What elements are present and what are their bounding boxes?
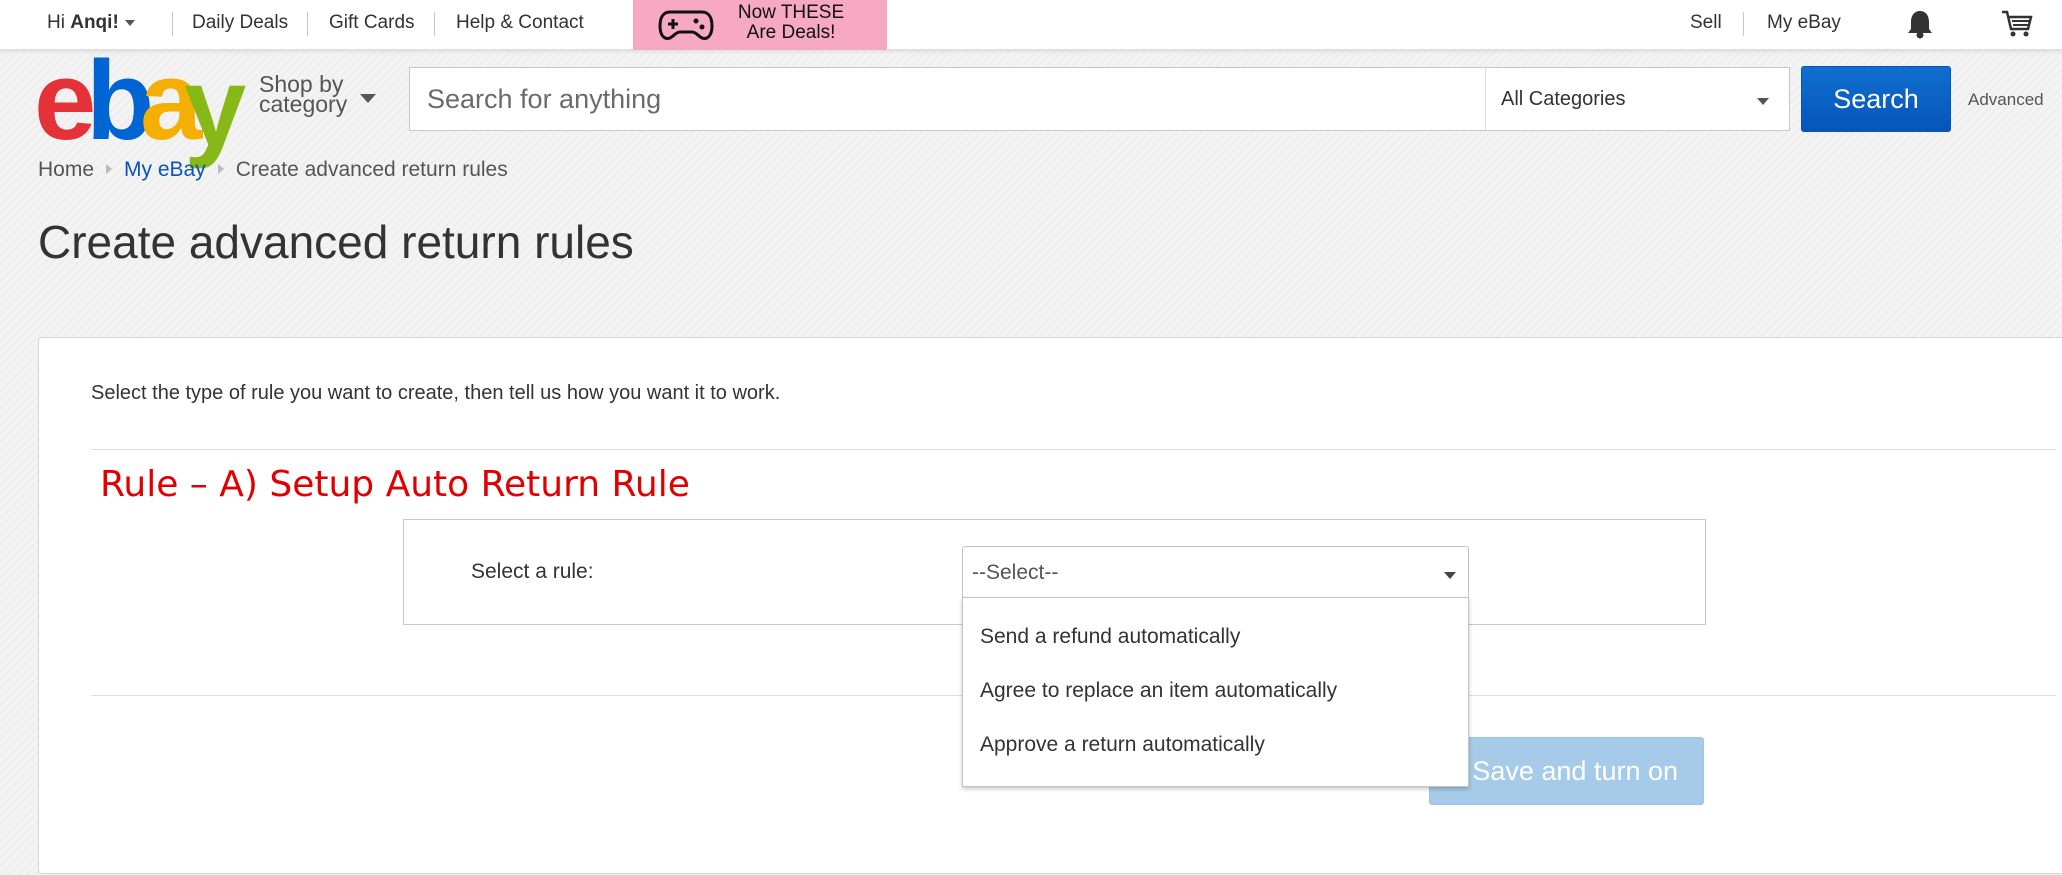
gift-cards-link[interactable]: Gift Cards — [329, 12, 415, 34]
greeting-menu[interactable]: Hi Anqi! — [47, 12, 135, 34]
sell-link[interactable]: Sell — [1690, 12, 1722, 34]
game-controller-icon — [658, 10, 714, 40]
divider — [1485, 68, 1486, 130]
promo-text: Now THESE Are Deals! — [737, 2, 845, 43]
annotation-label: Rule – A) Setup Auto Return Rule — [100, 464, 690, 505]
divider — [307, 12, 308, 36]
select-rule-label: Select a rule: — [471, 560, 594, 583]
breadcrumb: Home My eBay Create advanced return rules — [38, 158, 508, 182]
breadcrumb-separator-icon — [217, 164, 224, 175]
ebay-logo[interactable]: e b a y — [34, 45, 246, 163]
my-ebay-link[interactable]: My eBay — [1767, 12, 1841, 34]
top-utility-bar: Hi Anqi! Daily Deals Gift Cards Help & C… — [0, 0, 2062, 50]
chevron-down-icon — [360, 94, 376, 103]
option-replace-item[interactable]: Agree to replace an item automatically — [980, 679, 1337, 703]
rule-type-dropdown: Send a refund automatically Agree to rep… — [962, 597, 1469, 787]
option-approve-return[interactable]: Approve a return automatically — [980, 733, 1265, 757]
chevron-down-icon — [1444, 572, 1456, 579]
divider — [91, 449, 2056, 450]
cart-icon[interactable] — [2001, 9, 2033, 39]
rule-type-select-value: --Select-- — [972, 561, 1059, 584]
logo-letter-y: y — [184, 44, 246, 169]
page-title: Create advanced return rules — [38, 216, 634, 268]
shop-by-category-button[interactable]: Shop by category — [259, 73, 347, 116]
daily-deals-link[interactable]: Daily Deals — [192, 12, 288, 34]
help-contact-link[interactable]: Help & Contact — [456, 12, 584, 34]
search-bar: All Categories — [409, 67, 1790, 131]
breadcrumb-my-ebay[interactable]: My eBay — [124, 158, 206, 181]
logo-letter-e: e — [34, 38, 96, 163]
intro-text: Select the type of rule you want to crea… — [91, 382, 781, 404]
divider — [434, 12, 435, 36]
divider — [1743, 12, 1744, 36]
breadcrumb-current: Create advanced return rules — [235, 158, 508, 181]
breadcrumb-home[interactable]: Home — [38, 158, 94, 181]
logo-letter-b: b — [86, 38, 154, 163]
chevron-down-icon — [124, 19, 135, 26]
option-send-refund[interactable]: Send a refund automatically — [980, 625, 1240, 649]
promo-banner[interactable]: Now THESE Are Deals! — [633, 0, 887, 50]
category-select-value: All Categories — [1501, 88, 1626, 110]
advanced-search-link[interactable]: Advanced — [1968, 90, 2044, 110]
breadcrumb-separator-icon — [106, 164, 113, 175]
rule-type-select[interactable]: --Select-- — [962, 546, 1469, 598]
chevron-down-icon — [1757, 98, 1769, 105]
user-name: Anqi! — [70, 12, 119, 33]
divider — [172, 12, 173, 36]
bell-icon[interactable] — [1907, 9, 1933, 39]
search-button[interactable]: Search — [1801, 66, 1951, 132]
save-and-turn-on-button[interactable]: Save and turn on — [1429, 737, 1704, 805]
search-input[interactable] — [410, 68, 1485, 130]
